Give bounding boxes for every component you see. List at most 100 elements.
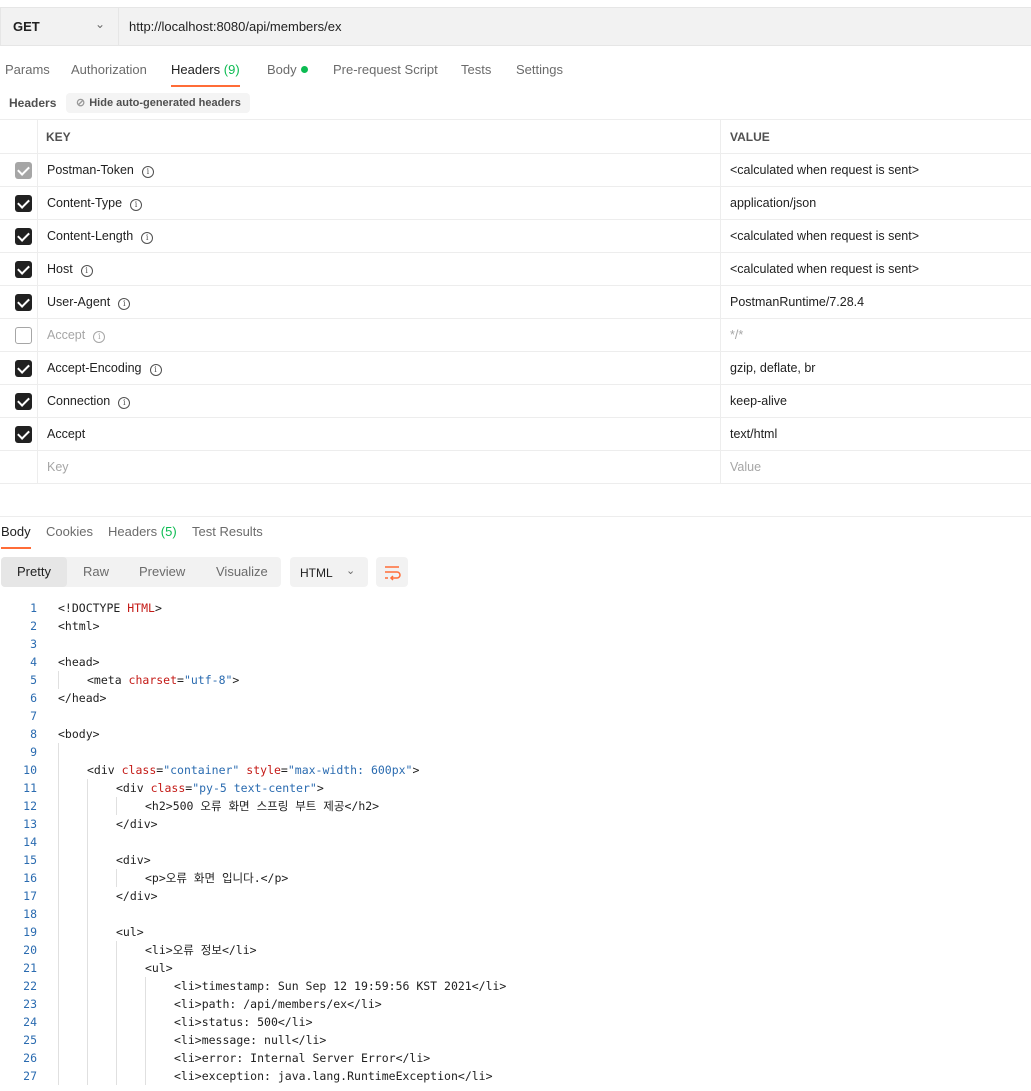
tab-headers[interactable]: Headers (9) [171,62,240,88]
line-number: 10 [23,763,37,777]
indent-guide [145,977,146,995]
header-key[interactable]: Connection [47,394,110,408]
line-number: 18 [23,907,37,921]
tab-pre-request-script[interactable]: Pre-request Script [333,62,438,88]
row-checkbox[interactable] [15,360,32,377]
indent-guide [87,1031,88,1049]
info-icon[interactable]: i [141,166,154,178]
pane-divider[interactable] [0,516,1031,517]
format-select[interactable]: HTML ⌄ [290,557,368,587]
tab-count: (9) [223,62,240,77]
tab-label: Authorization [71,62,147,77]
code-token: </li> [291,1033,327,1047]
code-token: "utf-8" [183,673,233,687]
indent-guide [58,815,59,833]
hide-auto-generated-button[interactable]: ⊘ Hide auto-generated headers [66,93,250,113]
info-icon[interactable]: i [141,232,154,244]
code-token: HTML [127,601,155,615]
header-value[interactable]: <calculated when request is sent> [730,229,919,243]
tab-params[interactable]: Params [5,62,50,88]
view-mode-group: Pretty Raw Preview Visualize [1,557,281,587]
tab-body[interactable]: Body [267,62,308,88]
header-value[interactable]: <calculated when request is sent> [730,262,919,276]
indent-guide [87,779,88,797]
header-key[interactable]: Content-Length [47,229,133,243]
indent-guide [87,905,88,923]
line-number: 8 [30,727,37,741]
info-icon[interactable]: i [130,199,143,211]
row-checkbox[interactable] [15,294,32,311]
header-value[interactable]: PostmanRuntime/7.28.4 [730,295,864,309]
table-row: Connection i keep-alive [0,385,1031,418]
code-token: > [154,601,162,615]
line-number: 12 [23,799,37,813]
tab-authorization[interactable]: Authorization [71,62,147,88]
code-token: </li> [221,943,257,957]
url-input[interactable]: http://localhost:8080/api/members/ex [129,19,341,34]
row-checkbox[interactable] [15,195,32,212]
row-checkbox[interactable] [15,327,32,344]
header-value[interactable]: keep-alive [730,394,787,408]
info-icon[interactable]: i [93,331,106,343]
info-icon[interactable]: i [80,265,93,277]
indent-guide [58,851,59,869]
tab-response-headers[interactable]: Headers (5) [108,524,177,550]
tab-label: Pre-request Script [333,62,438,77]
header-key[interactable]: User-Agent [47,295,110,309]
code-token: <head> [58,655,100,669]
header-key[interactable]: Accept [47,427,85,441]
response-code-view[interactable]: 1 <!DOCTYPE HTML> 2 <html> 3 4 <head> 5 <met… [0,599,1031,1085]
code-token: status: 500 [201,1015,278,1029]
header-key[interactable]: Accept [47,328,85,342]
row-checkbox[interactable] [15,162,32,179]
header-key[interactable]: Postman-Token [47,163,134,177]
view-raw-button[interactable]: Raw [83,557,109,587]
table-row: Host i <calculated when request is sent> [0,253,1031,286]
view-visualize-button[interactable]: Visualize [216,557,268,587]
chevron-down-icon: ⌄ [346,565,356,577]
header-value[interactable]: <calculated when request is sent> [730,163,919,177]
code-token: class [121,763,157,777]
view-preview-button[interactable]: Preview [139,557,185,587]
row-checkbox[interactable] [15,426,32,443]
info-icon[interactable]: i [118,298,131,310]
row-checkbox[interactable] [15,228,32,245]
tab-settings[interactable]: Settings [516,62,563,88]
header-key[interactable]: Host [47,262,73,276]
view-pretty-button[interactable]: Pretty [1,557,67,587]
header-value[interactable]: application/json [730,196,816,210]
headers-table: KEY VALUE Postman-Token i <calculated whe… [0,119,1031,484]
tab-test-results[interactable]: Test Results [192,524,263,550]
header-value[interactable]: gzip, deflate, br [730,361,815,375]
table-row: Postman-Token i <calculated when request … [0,154,1031,187]
format-label: HTML [300,566,333,580]
info-icon[interactable]: i [118,397,131,409]
line-number: 1 [30,601,37,615]
tab-tests[interactable]: Tests [461,62,491,88]
header-value[interactable]: text/html [730,427,777,441]
indent-guide [145,1067,146,1085]
header-key[interactable]: Accept-Encoding [47,361,142,375]
code-token: <div [87,763,122,777]
new-key-input[interactable]: Key [47,460,69,474]
header-value[interactable]: */* [730,328,743,342]
eye-off-icon: ⊘ [76,97,86,109]
code-token: > [316,781,324,795]
new-value-input[interactable]: Value [730,460,761,474]
tab-cookies[interactable]: Cookies [46,524,93,550]
indent-guide [58,797,59,815]
method-select[interactable]: GET ⌄ [1,8,119,45]
tab-response-body[interactable]: Body [1,524,31,550]
response-tabs: Body Cookies Headers (5) Test Results [0,524,400,550]
header-key[interactable]: Content-Type [47,196,122,210]
indent-guide [87,941,88,959]
info-icon[interactable]: i [149,364,162,376]
row-checkbox[interactable] [15,261,32,278]
wrap-lines-button[interactable] [376,557,408,587]
code-token: 500 오류 화면 스프링 부트 제공 [172,799,345,813]
chevron-down-icon: ⌄ [95,17,106,31]
row-checkbox[interactable] [15,393,32,410]
tab-label: Cookies [46,524,93,539]
indent-guide [58,995,59,1013]
table-row: Accept text/html [0,418,1031,451]
